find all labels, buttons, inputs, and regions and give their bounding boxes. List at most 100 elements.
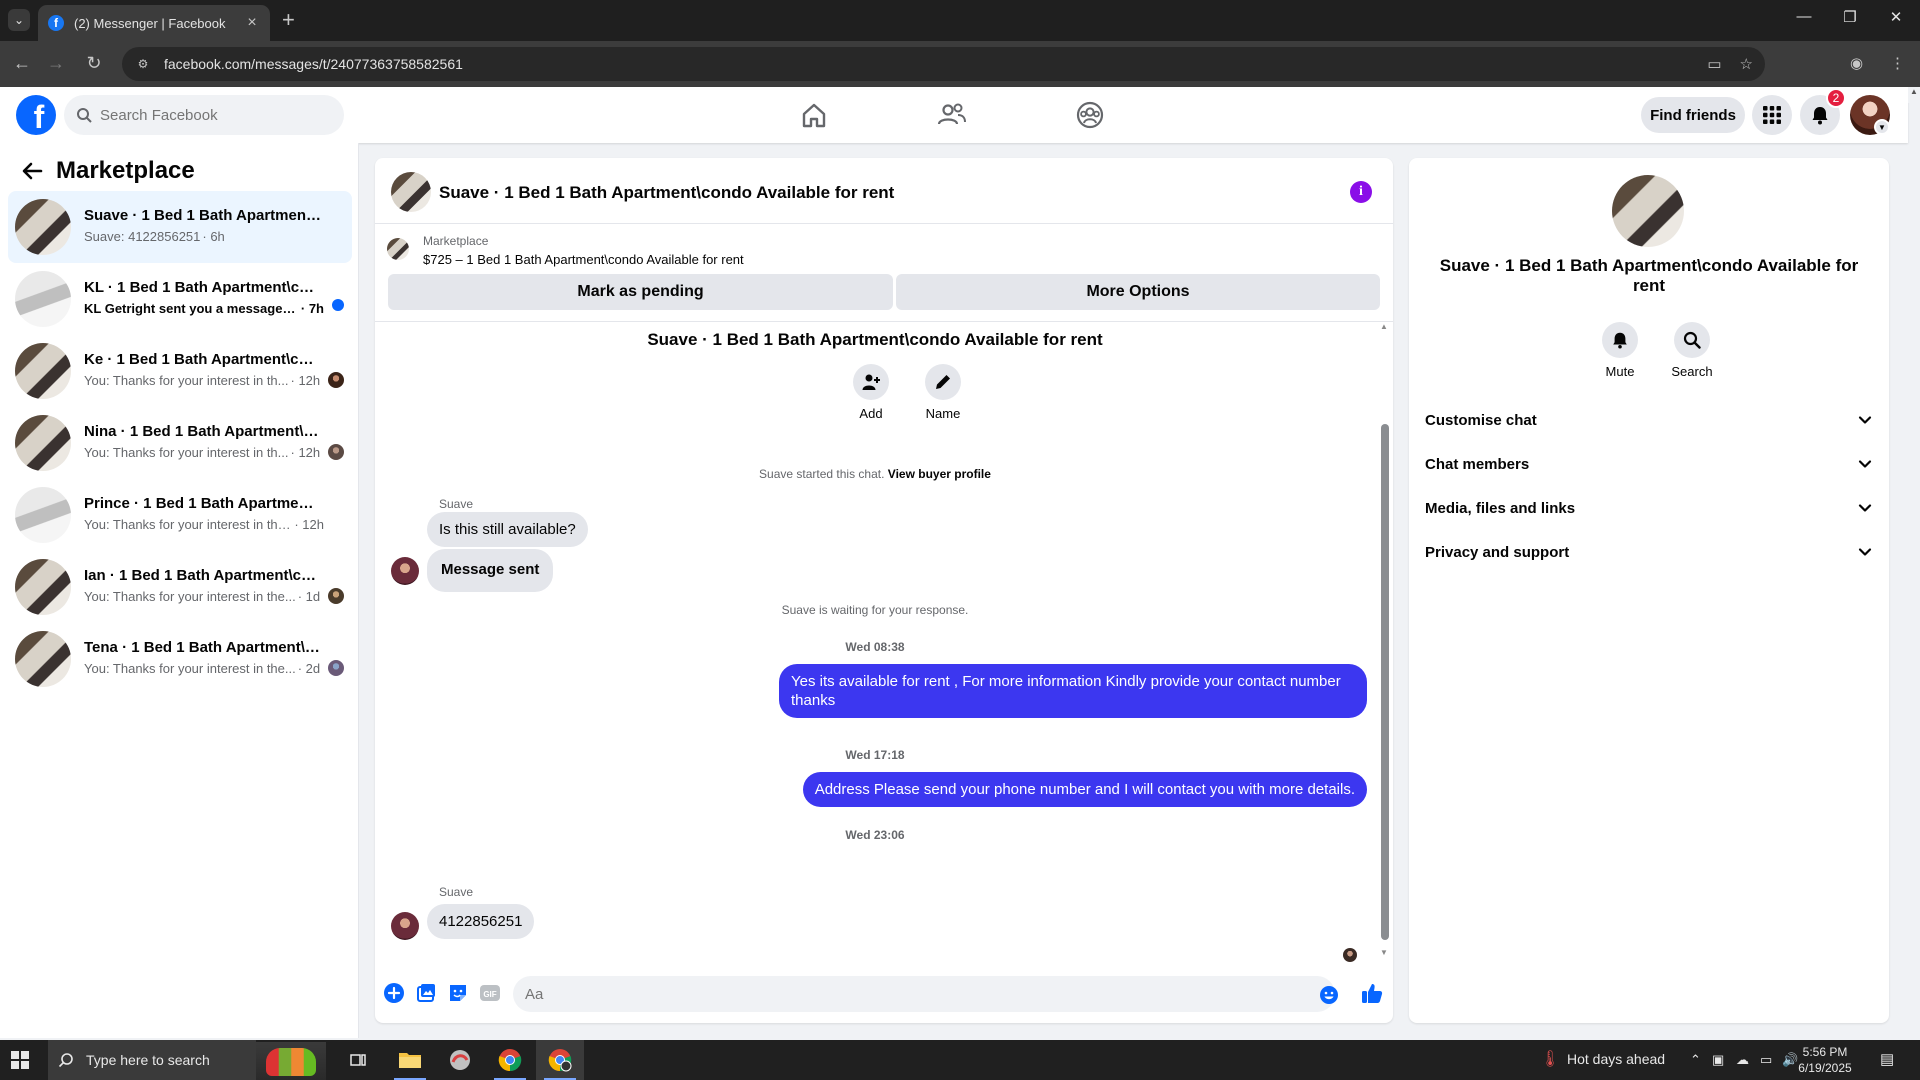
maximize-button[interactable]: ❐ xyxy=(1830,8,1870,26)
unread-indicator xyxy=(332,299,344,311)
privacy-support-section[interactable]: Privacy and support xyxy=(1425,530,1875,574)
conversation-item[interactable]: Ian · 1 Bed 1 Bath Apartment\condo Avail… xyxy=(8,551,352,623)
add-people-action[interactable]: Add xyxy=(841,364,901,421)
browser-menu-icon[interactable]: ⋮ xyxy=(1890,54,1905,72)
message-input[interactable] xyxy=(525,985,1305,1003)
outgoing-message[interactable]: Address Please send your phone number an… xyxy=(802,772,1367,807)
incoming-message[interactable]: Is this still available? xyxy=(427,512,588,547)
meet-icon[interactable]: ▣ xyxy=(1712,1052,1724,1068)
task-view-icon[interactable] xyxy=(334,1040,382,1080)
new-tab-button[interactable]: + xyxy=(282,8,295,32)
facebook-logo[interactable]: f xyxy=(16,95,56,135)
section-label: Customise chat xyxy=(1425,411,1537,429)
more-options-button[interactable]: More Options xyxy=(896,274,1380,310)
chat-members-section[interactable]: Chat members xyxy=(1425,442,1875,486)
page-scroll-up-icon[interactable]: ▲ xyxy=(1908,87,1920,103)
windows-taskbar: Type here to search 🌡 Hot days ahead ⌃ ▣… xyxy=(0,1040,1920,1080)
sticker-icon[interactable] xyxy=(447,982,469,1004)
conversation-item[interactable]: KL · 1 Bed 1 Bath Apartment\condo Availa… xyxy=(8,263,352,335)
thread-title: Suave · 1 Bed 1 Bath Apartment\condo Ava… xyxy=(647,330,1103,349)
message-input-wrap[interactable] xyxy=(513,976,1335,1012)
seen-avatar xyxy=(328,372,344,388)
search-highlight-image[interactable] xyxy=(256,1042,326,1080)
listing-thumbnail[interactable] xyxy=(1612,175,1684,247)
plus-circle-icon[interactable] xyxy=(383,982,405,1004)
tab-search-button[interactable]: ⌄ xyxy=(8,9,30,31)
windows-start-icon[interactable] xyxy=(11,1051,29,1069)
install-app-icon[interactable]: ▭ xyxy=(1707,55,1721,73)
listing-thumbnail[interactable] xyxy=(391,172,431,212)
sender-avatar[interactable] xyxy=(391,912,419,940)
menu-grid-button[interactable] xyxy=(1752,95,1792,135)
marketplace-sidebar: Marketplace Suave · 1 Bed 1 Bath Apartme… xyxy=(0,143,359,1038)
url-text[interactable]: facebook.com/messages/t/2407736375858256… xyxy=(164,56,1689,72)
sender-name: Suave xyxy=(439,885,474,899)
conversation-item[interactable]: Tena · 1 Bed 1 Bath Apartment\condo Avai… xyxy=(8,623,352,695)
cloud-icon[interactable]: ☁ xyxy=(1736,1052,1749,1068)
taskbar-clock[interactable]: 5:56 PM 6/19/2025 xyxy=(1790,1044,1860,1076)
app-icon[interactable] xyxy=(436,1040,484,1080)
conversation-name: KL · 1 Bed 1 Bath Apartment\condo Availa… xyxy=(84,279,322,296)
mute-action[interactable]: Mute xyxy=(1592,322,1648,379)
minimize-button[interactable]: — xyxy=(1784,8,1824,25)
listing-thumbnail xyxy=(15,631,71,687)
conversation-item[interactable]: Ke · 1 Bed 1 Bath Apartment\condo Availa… xyxy=(8,335,352,407)
conversation-name: Prince · 1 Bed 1 Bath Apartment\condo Av… xyxy=(84,495,322,512)
scroll-down-icon[interactable]: ▼ xyxy=(1379,948,1389,957)
home-icon[interactable] xyxy=(798,99,830,131)
section-label: Privacy and support xyxy=(1425,543,1570,561)
listing-price[interactable]: $725 – 1 Bed 1 Bath Apartment\condo Avai… xyxy=(423,252,744,267)
forward-icon[interactable]: → xyxy=(44,53,68,73)
emoji-icon[interactable] xyxy=(1319,985,1339,1005)
search-in-chat-action[interactable]: Search xyxy=(1664,322,1720,379)
bookmark-star-icon[interactable]: ☆ xyxy=(1740,55,1753,73)
network-icon[interactable]: ▭ xyxy=(1760,1052,1772,1068)
info-icon[interactable]: i xyxy=(1350,181,1372,203)
facebook-search[interactable] xyxy=(64,95,344,135)
back-arrow-icon[interactable] xyxy=(18,157,46,185)
reload-icon[interactable]: ↻ xyxy=(82,53,106,73)
outgoing-message[interactable]: Yes its available for rent , For more in… xyxy=(779,664,1367,718)
name-chat-action[interactable]: Name xyxy=(913,364,973,421)
site-info-icon[interactable]: ⚙ xyxy=(134,55,152,73)
conversation-name: Nina · 1 Bed 1 Bath Apartment\condo Avai… xyxy=(84,423,322,440)
gif-icon[interactable]: GIF xyxy=(479,982,501,1004)
message-sent-card[interactable]: Message sent xyxy=(427,549,554,592)
file-explorer-icon[interactable] xyxy=(386,1040,434,1080)
chevron-down-icon[interactable]: ▼ xyxy=(1874,119,1890,135)
customise-chat-section[interactable]: Customise chat xyxy=(1425,398,1875,442)
groups-icon[interactable] xyxy=(1074,99,1106,131)
friends-icon[interactable] xyxy=(936,99,968,131)
tab-close-icon[interactable]: × xyxy=(244,14,260,32)
weather-text[interactable]: Hot days ahead xyxy=(1567,1051,1665,1067)
taskbar-search[interactable]: Type here to search xyxy=(48,1040,256,1080)
name-label: Name xyxy=(925,406,961,421)
address-bar[interactable]: ⚙ facebook.com/messages/t/24077363758582… xyxy=(122,47,1765,81)
photo-icon[interactable] xyxy=(415,982,437,1004)
chevron-up-icon[interactable]: ⌃ xyxy=(1690,1052,1701,1068)
chat-scrollbar[interactable]: ▲ ▼ xyxy=(1377,322,1391,962)
chrome-icon[interactable] xyxy=(486,1040,534,1080)
find-friends-button[interactable]: Find friends xyxy=(1641,97,1745,133)
chat-title[interactable]: Suave · 1 Bed 1 Bath Apartment\condo Ava… xyxy=(439,183,894,203)
browser-tab-messenger[interactable]: f (2) Messenger | Facebook × xyxy=(38,5,270,41)
conversation-item[interactable]: Prince · 1 Bed 1 Bath Apartment\condo Av… xyxy=(8,479,352,551)
like-thumbs-up-icon[interactable] xyxy=(1360,981,1384,1005)
scrollbar-thumb[interactable] xyxy=(1381,424,1389,940)
profile-icon[interactable]: ◉ xyxy=(1850,54,1863,72)
sender-avatar[interactable] xyxy=(391,557,419,585)
notification-center-icon[interactable]: ▤ xyxy=(1880,1050,1894,1068)
conversation-item[interactable]: Nina · 1 Bed 1 Bath Apartment\condo Avai… xyxy=(8,407,352,479)
view-buyer-profile-link[interactable]: View buyer profile xyxy=(888,467,991,481)
conversation-item[interactable]: Suave · 1 Bed 1 Bath Apartment\condo Ava… xyxy=(8,191,352,263)
scroll-up-icon[interactable]: ▲ xyxy=(1379,322,1389,331)
chrome-profile-icon[interactable] xyxy=(536,1040,584,1080)
incoming-message[interactable]: 4122856251 xyxy=(427,904,535,939)
conversation-time: · 7h xyxy=(300,301,324,316)
back-icon[interactable]: ← xyxy=(10,53,34,73)
bell-icon xyxy=(1812,107,1828,125)
search-input[interactable] xyxy=(100,106,320,124)
window-close-button[interactable]: ✕ xyxy=(1876,8,1916,26)
mark-as-pending-button[interactable]: Mark as pending xyxy=(388,274,893,310)
media-files-links-section[interactable]: Media, files and links xyxy=(1425,486,1875,530)
